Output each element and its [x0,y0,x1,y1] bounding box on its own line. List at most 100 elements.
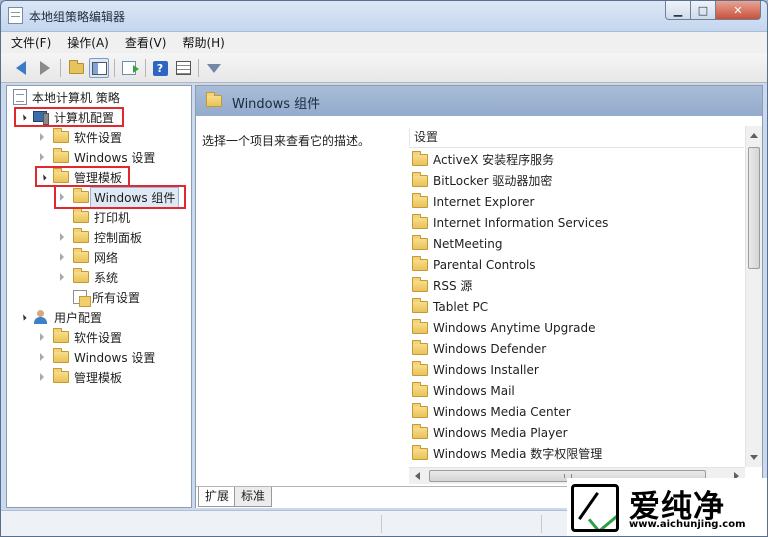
folder-icon [53,328,69,343]
expand-toggle[interactable] [17,312,27,322]
tree-node-uc-admin-templates[interactable]: 管理模板 [37,367,122,387]
menu-view[interactable]: 查看(V) [125,34,167,51]
menu-file[interactable]: 文件(F) [11,34,51,51]
tree-node-label: 本地计算机 策略 [32,90,120,105]
list-item-label: Windows Anytime Upgrade [433,320,596,335]
list-item[interactable]: Windows Defender [412,338,546,359]
navigation-tree[interactable]: 本地计算机 策略 计算机配置 软件设置 Windows 设置 管理模板 Wind… [6,85,192,508]
menu-bar: 文件(F) 操作(A) 查看(V) 帮助(H) [1,31,767,53]
tree-node-printers[interactable]: 打印机 [57,207,130,227]
folder-icon [412,402,428,418]
vertical-scrollbar[interactable] [745,126,762,467]
title-bar[interactable]: 本地组策略编辑器 ▁ □ ✕ [1,1,767,31]
list-item[interactable]: Internet Information Services [412,212,608,233]
watermark: 爱纯净 www.aichunjing.com [567,478,767,536]
folder-icon [206,92,222,107]
list-item[interactable]: NetMeeting [412,233,502,254]
expand-toggle[interactable] [57,272,67,282]
list-item[interactable]: Windows Installer [412,359,539,380]
gpedit-window: 本地组策略编辑器 ▁ □ ✕ 文件(F) 操作(A) 查看(V) 帮助(H) ?… [0,0,768,537]
list-item-label: Windows Defender [433,341,547,356]
scroll-left-icon[interactable] [415,472,420,480]
tree-node-user-config[interactable]: 用户配置 [17,307,102,327]
menu-help[interactable]: 帮助(H) [182,34,224,51]
list-item[interactable]: Windows Media Player [412,422,568,443]
menu-action[interactable]: 操作(A) [67,34,109,51]
scroll-down-icon[interactable] [750,455,758,460]
tab-extended[interactable]: 扩展 [198,487,237,507]
up-folder-icon [68,59,84,74]
show-hide-tree-button[interactable] [89,58,109,78]
up-one-level-button[interactable] [66,58,86,78]
caption-buttons: ▁ □ ✕ [665,1,761,21]
expand-toggle[interactable] [57,232,67,242]
tree-node-root[interactable]: 本地计算机 策略 [13,87,120,107]
list-item[interactable]: RSS 源 [412,275,472,296]
folder-icon [412,360,428,376]
folder-icon [53,148,69,163]
tree-node-cc-windows[interactable]: Windows 设置 [37,147,155,167]
expand-toggle[interactable] [37,132,47,142]
list-item[interactable]: Parental Controls [412,254,536,275]
tree-node-uc-windows[interactable]: Windows 设置 [37,347,155,367]
help-button[interactable]: ? [150,58,170,78]
tree-node-label: 管理模板 [74,370,123,385]
tree-node-label: 软件设置 [74,130,123,145]
list-item[interactable]: Windows Anytime Upgrade [412,317,596,338]
export-list-button[interactable] [119,58,139,78]
tab-standard[interactable]: 标准 [234,487,273,507]
tree-node-all-settings[interactable]: 所有设置 [57,287,140,307]
folder-icon [53,368,69,383]
folder-icon [53,128,69,143]
list-item[interactable]: Windows Media 数字权限管理 [412,443,602,464]
list-item[interactable]: BitLocker 驱动器加密 [412,170,552,191]
list-item-label: Windows Media Player [433,425,568,440]
tree-node-cc-software[interactable]: 软件设置 [37,127,122,147]
export-list-icon [122,61,139,75]
expand-toggle[interactable] [37,372,47,382]
list-item[interactable]: Tablet PC [412,296,488,317]
tree-node-control-panel[interactable]: 控制面板 [57,227,142,247]
forward-arrow-icon [40,61,50,75]
list-item-label: Windows Media 数字权限管理 [433,447,603,461]
scroll-up-icon[interactable] [750,133,758,138]
list-item-label: Windows Mail [433,383,515,398]
close-button[interactable]: ✕ [716,1,761,20]
toolbar: ? [1,53,767,83]
user-icon [33,310,49,324]
tree-node-label: Windows 设置 [74,150,156,165]
tree-node-label: 网络 [94,250,119,265]
vertical-scroll-thumb[interactable] [748,147,760,269]
expand-toggle[interactable] [37,332,47,342]
toolbar-separator [60,59,61,77]
minimize-button[interactable]: ▁ [665,1,691,20]
tree-node-system[interactable]: 系统 [57,267,118,287]
list-item[interactable]: ActiveX 安装程序服务 [412,149,554,170]
folder-icon [412,444,428,460]
back-arrow-icon [16,61,26,75]
filter-button[interactable] [204,58,224,78]
watermark-url: www.aichunjing.com [629,519,746,530]
expand-toggle[interactable] [37,352,47,362]
column-header-setting[interactable]: 设置 [409,126,744,148]
folder-icon [73,228,89,243]
folder-icon [412,381,428,397]
back-button[interactable] [11,58,31,78]
maximize-button[interactable]: □ [691,1,716,20]
highlight-box-computer-config [14,107,124,127]
list-item-label: RSS 源 [433,279,473,293]
settings-list[interactable]: 设置 ActiveX 安装程序服务 BitLocker 驱动器加密 Intern… [409,126,744,467]
list-item[interactable]: Windows Media Center [412,401,571,422]
forward-button[interactable] [35,58,55,78]
tree-node-network[interactable]: 网络 [57,247,118,267]
list-item[interactable]: Windows Mail [412,380,515,401]
grid-view-button[interactable] [173,58,193,78]
tree-node-uc-software[interactable]: 软件设置 [37,327,122,347]
show-hide-pane-icon [91,61,107,75]
list-item-label: Internet Explorer [433,194,535,209]
expand-toggle[interactable] [57,252,67,262]
expand-toggle[interactable] [37,152,47,162]
list-item[interactable]: Internet Explorer [412,191,534,212]
list-item-label: Parental Controls [433,257,536,272]
list-item-label: ActiveX 安装程序服务 [433,153,555,167]
